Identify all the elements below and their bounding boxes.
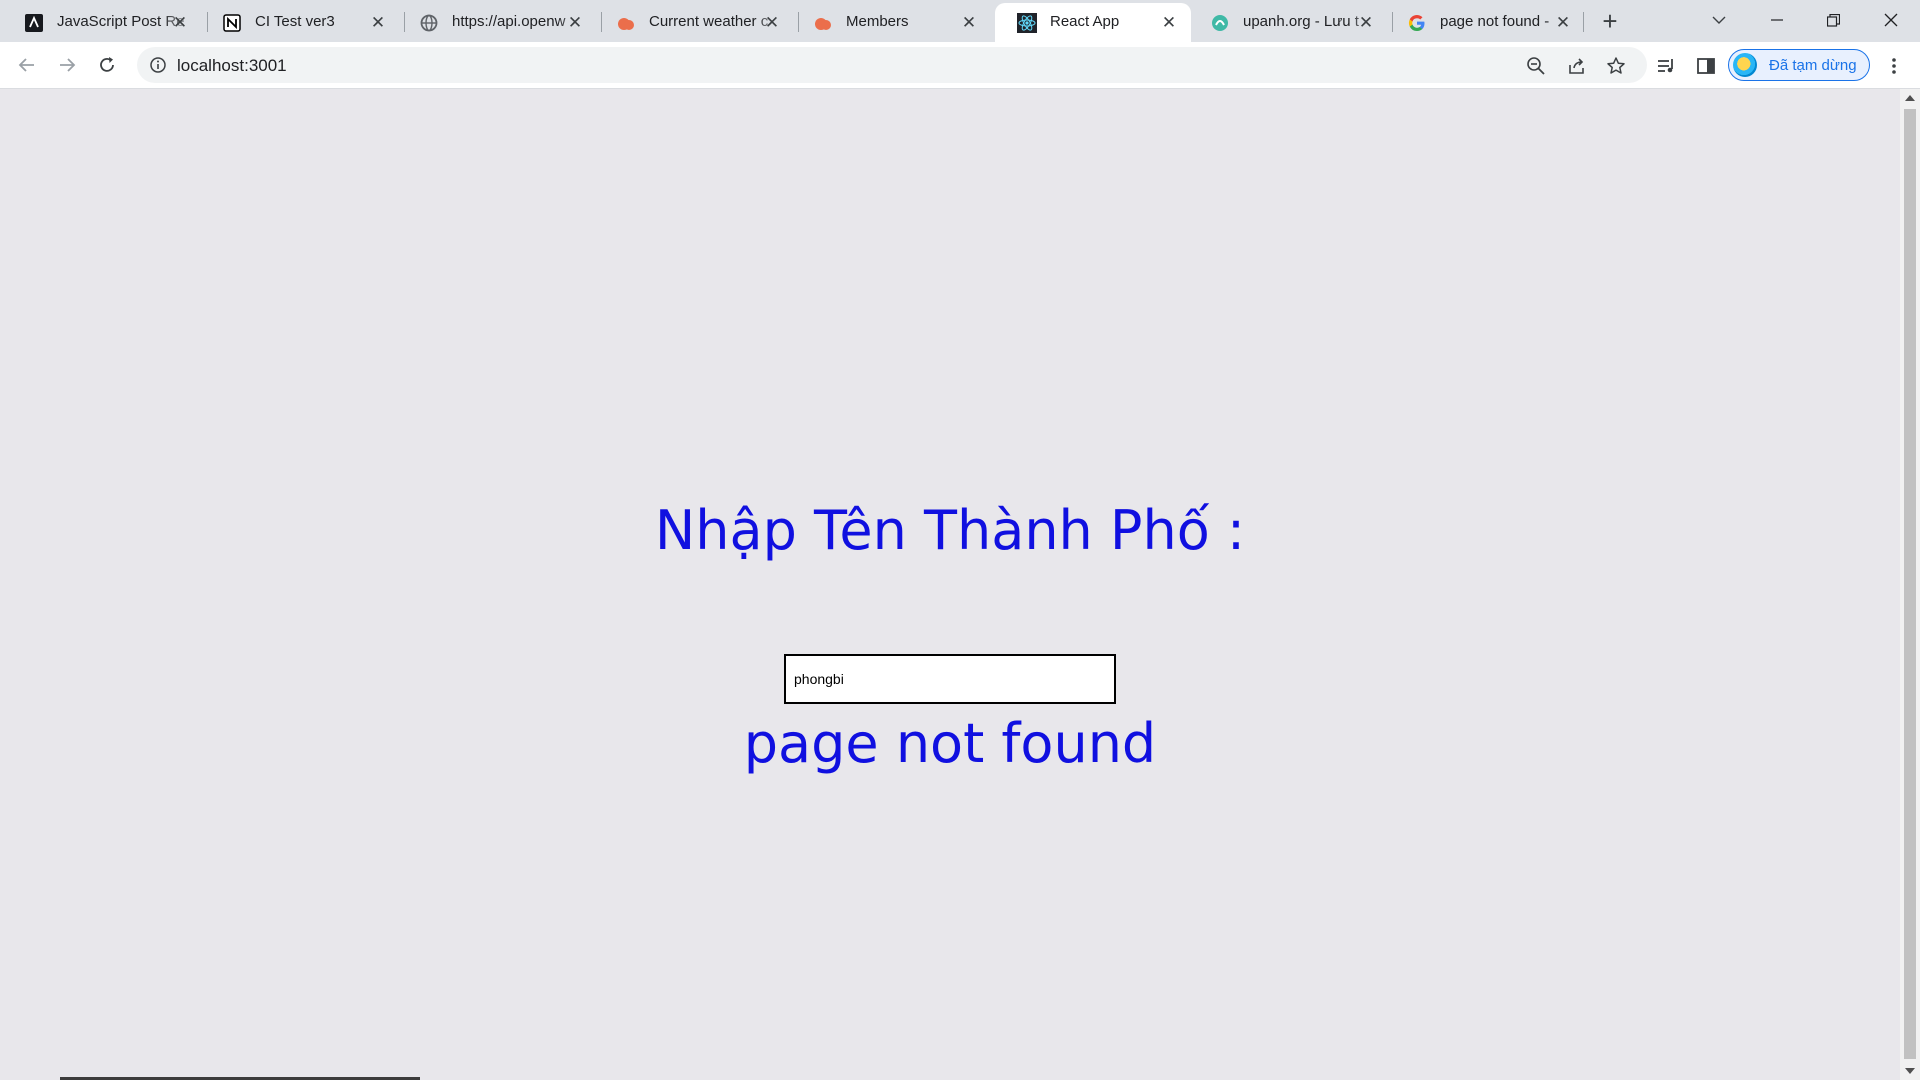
reload-icon [100, 57, 114, 72]
result-message: page not found [743, 712, 1157, 775]
page-viewport: Nhập Tên Thành Phố : page not found [0, 89, 1900, 1080]
profile-status-label: Đã tạm dừng [1769, 57, 1857, 74]
astro-icon [24, 13, 44, 33]
google-icon [1407, 13, 1427, 33]
close-icon[interactable]: ✕ [1553, 13, 1573, 33]
tab-upanh[interactable]: upanh.org - Lưu t ✕ [1188, 3, 1388, 42]
city-search-input[interactable] [784, 654, 1116, 704]
bookmark-button[interactable] [1604, 54, 1628, 78]
tab-strip: JavaScript Post Re ✕ CI Test ver3 ✕ http… [0, 0, 1920, 42]
address-bar[interactable]: localhost:3001 [137, 47, 1647, 83]
scrollbar-thumb[interactable] [1904, 109, 1916, 1059]
media-button[interactable] [1654, 54, 1678, 78]
arrow-right-icon [60, 58, 76, 72]
close-icon[interactable]: ✕ [1356, 13, 1376, 33]
close-icon[interactable]: ✕ [1159, 13, 1179, 33]
react-icon [1017, 13, 1037, 33]
scroll-down-arrow-icon[interactable] [1900, 1062, 1920, 1080]
zoom-out-icon [1527, 57, 1545, 75]
side-panel-icon [1697, 58, 1715, 74]
tab-react-app[interactable]: React App ✕ [995, 3, 1191, 42]
avatar [1733, 53, 1757, 77]
tab-ci-test[interactable]: CI Test ver3 ✕ [200, 3, 400, 42]
forward-button[interactable] [52, 50, 82, 80]
share-icon [1569, 58, 1584, 74]
tab-current-weather[interactable]: Current weather c ✕ [594, 3, 794, 42]
profile-button[interactable]: Đã tạm dừng [1728, 49, 1870, 81]
restore-icon [1826, 13, 1840, 27]
arrow-left-icon [18, 58, 34, 72]
tab-javascript-post[interactable]: JavaScript Post Re ✕ [2, 3, 202, 42]
upanh-icon [1210, 13, 1230, 33]
scroll-up-arrow-icon[interactable] [1900, 89, 1920, 107]
close-icon[interactable]: ✕ [959, 13, 979, 33]
close-icon[interactable]: ✕ [170, 13, 190, 33]
tab-api-openweather[interactable]: https://api.openw ✕ [397, 3, 597, 42]
globe-icon [419, 13, 439, 33]
tab-members[interactable]: Members ✕ [791, 3, 991, 42]
share-button[interactable] [1565, 54, 1589, 78]
tab-separator [1583, 12, 1584, 32]
more-vertical-icon [1892, 58, 1896, 74]
openweather-icon [813, 13, 833, 33]
vertical-scrollbar[interactable] [1900, 89, 1920, 1080]
restore-button[interactable] [1810, 0, 1856, 40]
menu-button[interactable] [1882, 54, 1906, 78]
side-panel-button[interactable] [1694, 54, 1718, 78]
notion-icon [222, 13, 242, 33]
reload-button[interactable] [92, 50, 122, 80]
minimize-icon [1771, 19, 1783, 21]
close-icon [1884, 13, 1898, 27]
browser-toolbar: localhost:3001 Đã tạm dừng [0, 42, 1920, 89]
media-queue-icon [1658, 59, 1673, 73]
new-tab-button[interactable]: + [1596, 8, 1624, 36]
chevron-down-icon [1712, 16, 1726, 24]
star-icon [1607, 57, 1625, 74]
openweather-icon [616, 13, 636, 33]
tab-search-button[interactable] [1696, 0, 1742, 40]
page-title: Nhập Tên Thành Phố : [654, 499, 1246, 562]
tab-google-search[interactable]: page not found - ✕ [1385, 3, 1585, 42]
close-icon[interactable]: ✕ [368, 13, 388, 33]
info-icon[interactable] [149, 56, 167, 74]
minimize-button[interactable] [1754, 0, 1800, 40]
zoom-button[interactable] [1524, 54, 1548, 78]
back-button[interactable] [12, 50, 42, 80]
close-icon[interactable]: ✕ [762, 13, 782, 33]
address-url[interactable]: localhost:3001 [177, 56, 287, 76]
close-window-button[interactable] [1868, 0, 1914, 40]
close-icon[interactable]: ✕ [565, 13, 585, 33]
